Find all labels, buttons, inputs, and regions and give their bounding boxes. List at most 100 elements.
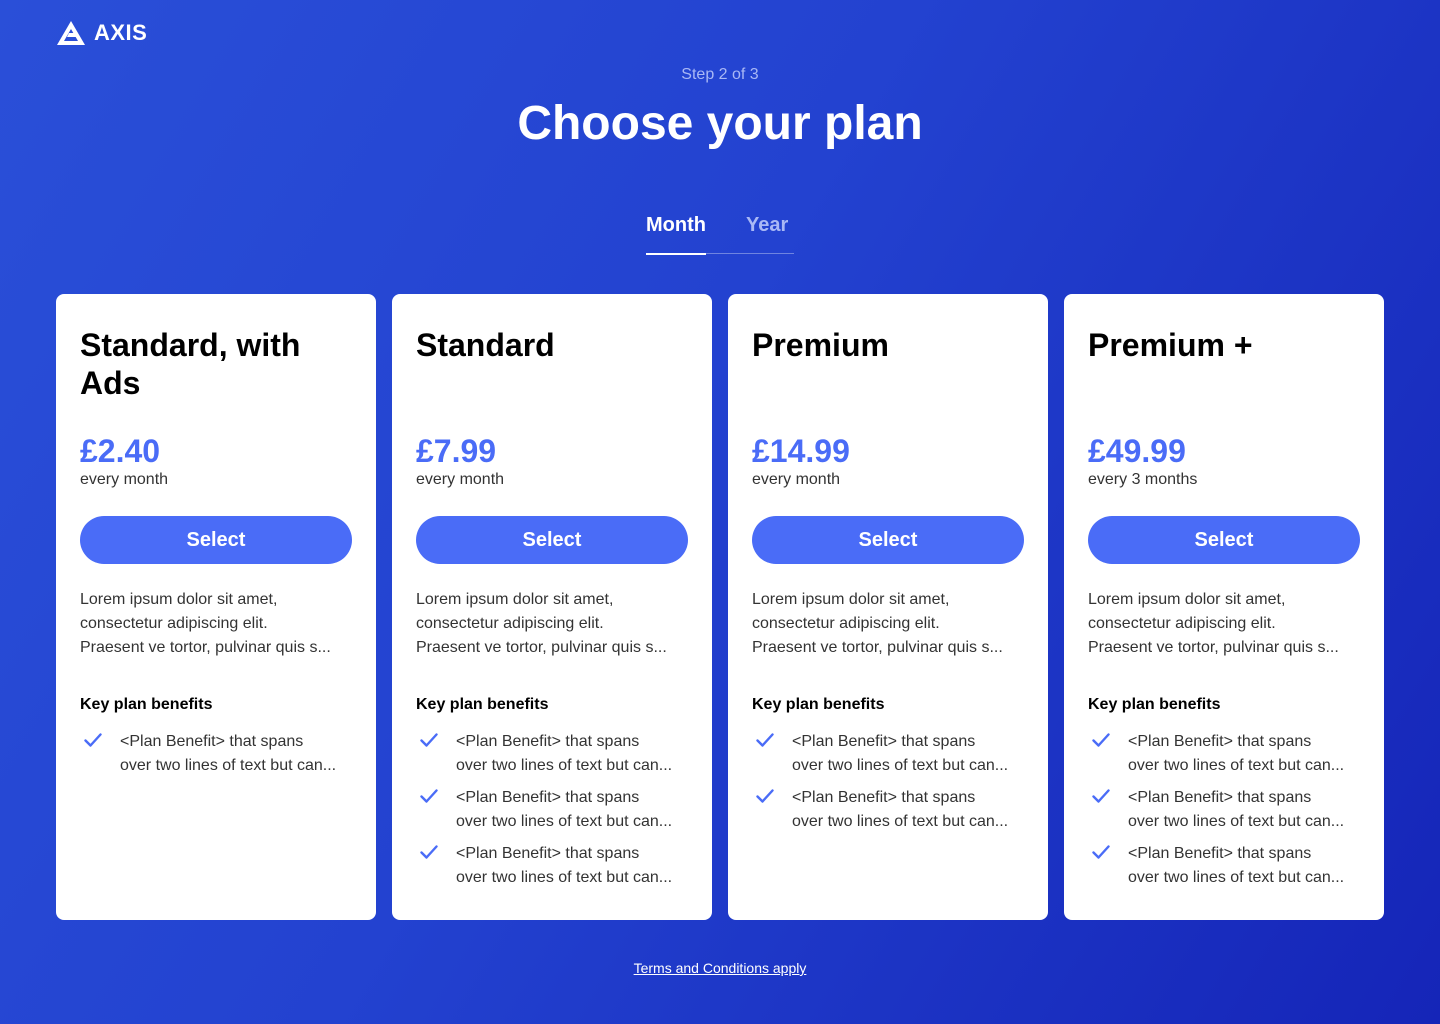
select-plan-button[interactable]: Select xyxy=(80,516,352,564)
plan-card: Standard, with Ads £2.40 every month Select… xyxy=(56,294,376,920)
benefit-item: <Plan Benefit> that spans over two lines… xyxy=(1088,842,1360,890)
benefit-line: <Plan Benefit> that spans xyxy=(456,845,640,862)
benefit-line: over two lines of text but can... xyxy=(1128,813,1345,830)
plan-description-line: Praesent ve tortor, pulvinar quis s... xyxy=(416,639,667,656)
benefit-line: <Plan Benefit> that spans xyxy=(1128,733,1312,750)
plan-description-line: Lorem ipsum dolor sit amet, xyxy=(752,591,950,608)
benefit-line: <Plan Benefit> that spans xyxy=(792,733,976,750)
plan-price: £14.99 xyxy=(752,433,850,469)
benefit-line: <Plan Benefit> that spans xyxy=(120,733,304,750)
plan-price: £49.99 xyxy=(1088,433,1186,469)
plan-description: Lorem ipsum dolor sit amet, consectetur a… xyxy=(80,588,352,660)
benefit-text: <Plan Benefit> that spans over two lines… xyxy=(792,786,1024,834)
benefit-line: <Plan Benefit> that spans xyxy=(1128,845,1312,862)
benefit-line: over two lines of text but can... xyxy=(1128,757,1345,774)
tab-year[interactable]: Year xyxy=(746,210,788,254)
plan-period: every month xyxy=(80,471,169,488)
benefit-item: <Plan Benefit> that spans over two lines… xyxy=(416,842,688,890)
benefits-list: <Plan Benefit> that spans over two lines… xyxy=(80,730,352,778)
benefit-text: <Plan Benefit> that spans over two lines… xyxy=(792,730,1024,778)
plan-card: Premium + £49.99 every 3 months Select Lorem… xyxy=(1064,294,1384,920)
page-title: Choose your plan xyxy=(517,97,923,150)
benefit-line: over two lines of text but can... xyxy=(792,813,1009,830)
plan-description-line: Praesent ve tortor, pulvinar quis s... xyxy=(1088,639,1339,656)
plan-description-line: Praesent ve tortor, pulvinar quis s... xyxy=(752,639,1003,656)
benefit-text: <Plan Benefit> that spans over two lines… xyxy=(1128,842,1360,890)
check-icon xyxy=(1088,842,1110,890)
benefit-item: <Plan Benefit> that spans over two lines… xyxy=(80,730,352,778)
plan-name: Standard, with Ads xyxy=(80,327,301,401)
benefit-line: <Plan Benefit> that spans xyxy=(1128,789,1312,806)
step-indicator: Step 2 of 3 xyxy=(681,66,759,83)
benefit-item: <Plan Benefit> that spans over two lines… xyxy=(752,786,1024,834)
check-icon xyxy=(752,730,774,778)
plan-period: every month xyxy=(416,471,505,488)
tab-month[interactable]: Month xyxy=(646,210,706,255)
benefit-line: over two lines of text but can... xyxy=(456,757,673,774)
brand-name: AXIS xyxy=(94,20,148,45)
benefits-list: <Plan Benefit> that spans over two lines… xyxy=(1088,730,1360,890)
benefit-item: <Plan Benefit> that spans over two lines… xyxy=(416,730,688,778)
plan-name: Premium + xyxy=(1088,327,1253,363)
plan-card: Premium £14.99 every month Select Lorem ipsu… xyxy=(728,294,1048,920)
plan-description-line: consectetur adipiscing elit. xyxy=(416,615,604,632)
benefits-list: <Plan Benefit> that spans over two lines… xyxy=(752,730,1024,834)
plan-period: every 3 months xyxy=(1088,471,1198,488)
benefit-item: <Plan Benefit> that spans over two lines… xyxy=(1088,786,1360,834)
plan-description-line: consectetur adipiscing elit. xyxy=(80,615,268,632)
benefit-text: <Plan Benefit> that spans over two lines… xyxy=(1128,730,1360,778)
benefit-line: over two lines of text but can... xyxy=(792,757,1009,774)
check-icon xyxy=(1088,786,1110,834)
plan-description-line: Praesent ve tortor, pulvinar quis s... xyxy=(80,639,331,656)
benefits-heading: Key plan benefits xyxy=(752,696,885,713)
plan-card: Standard £7.99 every month Select Lorem ipsu… xyxy=(392,294,712,920)
terms-link[interactable]: Terms and Conditions apply xyxy=(634,960,807,976)
plan-description: Lorem ipsum dolor sit amet, consectetur a… xyxy=(416,588,688,660)
select-plan-button[interactable]: Select xyxy=(752,516,1024,564)
plan-cards: Standard, with Ads £2.40 every month Select… xyxy=(56,294,1384,920)
benefit-item: <Plan Benefit> that spans over two lines… xyxy=(1088,730,1360,778)
plan-description-line: Lorem ipsum dolor sit amet, xyxy=(1088,591,1286,608)
axis-triangle-logo-icon xyxy=(57,21,85,45)
benefit-text: <Plan Benefit> that spans over two lines… xyxy=(120,730,352,778)
benefit-text: <Plan Benefit> that spans over two lines… xyxy=(456,730,688,778)
check-icon xyxy=(80,730,102,778)
plan-description: Lorem ipsum dolor sit amet, consectetur a… xyxy=(752,588,1024,660)
check-icon xyxy=(1088,730,1110,778)
benefit-line: over two lines of text but can... xyxy=(456,869,673,886)
benefits-heading: Key plan benefits xyxy=(416,696,549,713)
benefit-text: <Plan Benefit> that spans over two lines… xyxy=(456,842,688,890)
benefit-line: over two lines of text but can... xyxy=(120,757,337,774)
select-plan-button[interactable]: Select xyxy=(1088,516,1360,564)
plan-price: £2.40 xyxy=(80,433,161,469)
check-icon xyxy=(416,786,438,834)
benefits-list: <Plan Benefit> that spans over two lines… xyxy=(416,730,688,890)
check-icon xyxy=(752,786,774,834)
plan-description: Lorem ipsum dolor sit amet, consectetur a… xyxy=(1088,588,1360,660)
benefit-line: <Plan Benefit> that spans xyxy=(456,733,640,750)
plan-period: every month xyxy=(752,471,841,488)
benefit-text: <Plan Benefit> that spans over two lines… xyxy=(1128,786,1360,834)
plan-description-line: Lorem ipsum dolor sit amet, xyxy=(80,591,278,608)
plan-name: Premium xyxy=(752,327,889,363)
benefits-heading: Key plan benefits xyxy=(1088,696,1221,713)
benefit-line: over two lines of text but can... xyxy=(456,813,673,830)
benefit-line: over two lines of text but can... xyxy=(1128,869,1345,886)
plan-price: £7.99 xyxy=(416,433,497,469)
benefit-line: <Plan Benefit> that spans xyxy=(456,789,640,806)
plan-description-line: Lorem ipsum dolor sit amet, xyxy=(416,591,614,608)
check-icon xyxy=(416,730,438,778)
benefit-item: <Plan Benefit> that spans over two lines… xyxy=(416,786,688,834)
billing-period-tabs: Month Year xyxy=(646,210,794,255)
plan-description-line: consectetur adipiscing elit. xyxy=(1088,615,1276,632)
select-plan-button[interactable]: Select xyxy=(416,516,688,564)
benefit-item: <Plan Benefit> that spans over two lines… xyxy=(752,730,1024,778)
benefit-text: <Plan Benefit> that spans over two lines… xyxy=(456,786,688,834)
plan-name: Standard xyxy=(416,327,555,363)
benefits-heading: Key plan benefits xyxy=(80,696,213,713)
brand-logo[interactable]: AXIS xyxy=(56,20,147,46)
check-icon xyxy=(416,842,438,890)
plan-description-line: consectetur adipiscing elit. xyxy=(752,615,940,632)
terms-footer: Terms and Conditions apply xyxy=(0,960,1440,976)
benefit-line: <Plan Benefit> that spans xyxy=(792,789,976,806)
